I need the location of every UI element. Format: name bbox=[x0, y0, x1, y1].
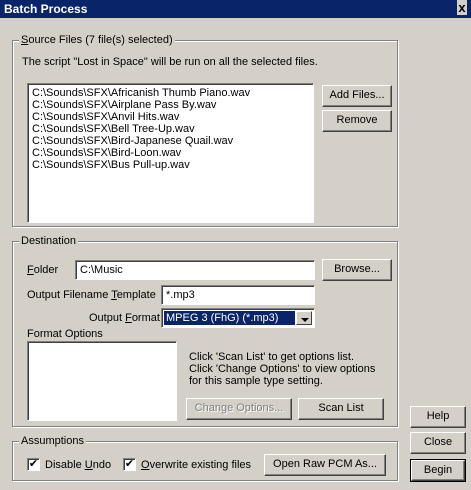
format-options-label: Format Options bbox=[27, 328, 103, 340]
assumptions-legend: Assumptions bbox=[19, 435, 86, 447]
list-item[interactable]: C:\Sounds\SFX\Bird-Japanese Quail.wav bbox=[32, 135, 309, 147]
overwrite-checkbox[interactable]: ✔ bbox=[123, 458, 136, 471]
begin-button[interactable]: Begin bbox=[410, 459, 466, 482]
close-button[interactable]: Close bbox=[410, 432, 466, 454]
title-bar: Batch Process bbox=[0, 0, 471, 18]
help-button[interactable]: Help bbox=[410, 406, 466, 428]
add-files-button[interactable]: Add Files... bbox=[322, 85, 392, 107]
output-template-field[interactable]: *.mp3 bbox=[161, 285, 315, 305]
chevron-down-icon[interactable] bbox=[296, 311, 312, 325]
folder-label: Folder bbox=[27, 264, 59, 276]
list-item[interactable]: C:\Sounds\SFX\Africanish Thumb Piano.wav bbox=[32, 87, 309, 99]
script-description: The script "Lost in Space" will be run o… bbox=[22, 56, 318, 68]
close-icon[interactable]: x bbox=[457, 0, 467, 15]
output-format-value: MPEG 3 (FhG) (*.mp3) bbox=[164, 311, 295, 325]
list-item[interactable]: C:\Sounds\SFX\Airplane Pass By.wav bbox=[32, 99, 309, 111]
browse-button[interactable]: Browse... bbox=[322, 259, 392, 281]
options-help-text: Click 'Scan List' to get options list. C… bbox=[189, 351, 376, 387]
open-raw-pcm-button[interactable]: Open Raw PCM As... bbox=[264, 454, 386, 476]
file-list[interactable]: C:\Sounds\SFX\Africanish Thumb Piano.wav… bbox=[27, 83, 314, 223]
list-item[interactable]: C:\Sounds\SFX\Bird-Loon.wav bbox=[32, 147, 309, 159]
remove-button[interactable]: Remove bbox=[322, 110, 392, 132]
scan-list-button[interactable]: Scan List bbox=[298, 398, 384, 420]
output-format-label: Output Format bbox=[89, 312, 160, 324]
disable-undo-checkbox[interactable]: ✔ bbox=[27, 458, 40, 471]
source-files-legend: Source Files (7 file(s) selected) bbox=[19, 34, 175, 46]
change-options-button[interactable]: Change Options... bbox=[186, 398, 292, 420]
output-template-label: Output Filename Template bbox=[27, 289, 156, 301]
folder-field[interactable]: C:\Music bbox=[75, 260, 315, 280]
disable-undo-label: Disable Undo bbox=[45, 459, 112, 471]
format-options-list[interactable] bbox=[27, 341, 177, 421]
list-item[interactable]: C:\Sounds\SFX\Bus Pull-up.wav bbox=[32, 159, 309, 171]
window-title: Batch Process bbox=[4, 2, 88, 16]
output-format-select[interactable]: MPEG 3 (FhG) (*.mp3) bbox=[161, 308, 315, 328]
list-item[interactable]: C:\Sounds\SFX\Bell Tree-Up.wav bbox=[32, 123, 309, 135]
list-item[interactable]: C:\Sounds\SFX\Anvil Hits.wav bbox=[32, 111, 309, 123]
destination-legend: Destination bbox=[19, 235, 79, 247]
overwrite-label: Overwrite existing files bbox=[141, 459, 252, 471]
